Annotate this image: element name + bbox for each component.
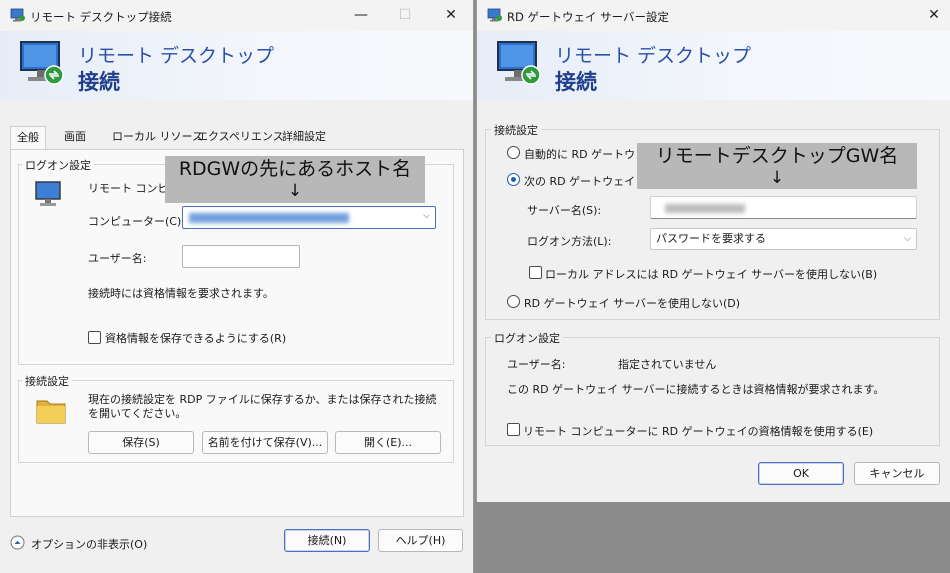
tab-general[interactable]: 全般 <box>10 126 46 150</box>
annotation-text: リモートデスクトップGW名 <box>655 145 899 167</box>
tab-display[interactable]: 画面 <box>58 126 92 149</box>
remote-desktop-app-icon <box>487 8 502 22</box>
computer-icon <box>35 181 61 206</box>
chevron-up-circle-icon[interactable] <box>10 535 25 550</box>
cancel-button[interactable]: キャンセル <box>854 462 940 485</box>
remote-desktop-monitor-icon <box>497 41 541 85</box>
ok-button[interactable]: OK <box>758 462 844 485</box>
bypass-local-label[interactable]: ローカル アドレスには RD ゲートウェイ サーバーを使用しない(B) <box>545 266 877 282</box>
bypass-local-checkbox[interactable] <box>529 266 542 279</box>
connection-description: 現在の接続設定を RDP ファイルに保存するか、または保存された接続を開いてくだ… <box>88 393 437 420</box>
rd-gateway-settings-window: RD ゲートウェイ サーバー設定 ✕ リモート デスクトップ 接続 接続設定 自… <box>476 0 950 502</box>
annotation-callout: RDGWの先にあるホスト名 ↓ <box>165 156 425 203</box>
window-title: リモート デスクトップ接続 <box>30 10 172 24</box>
computer-label: コンピューター(C): <box>88 215 185 228</box>
maximize-button: ☐ <box>398 7 412 23</box>
banner-title-line2: 接続 <box>78 70 120 94</box>
banner-title-line1: リモート デスクトップ <box>555 45 752 67</box>
header-banner: リモート デスクトップ 接続 <box>0 31 473 100</box>
help-button[interactable]: ヘルプ(H) <box>378 529 463 552</box>
remote-desktop-connection-window: リモート デスクトップ接続 — ☐ ✕ リモート デスクトップ 接続 全般 画面… <box>0 0 474 573</box>
save-button[interactable]: 保存(S) <box>88 431 194 454</box>
close-button[interactable]: ✕ <box>911 0 950 31</box>
header-banner: リモート デスクトップ 接続 <box>477 31 950 100</box>
open-button[interactable]: 開く(E)... <box>335 431 441 454</box>
server-name-field[interactable] <box>650 196 917 219</box>
logon-method-label: ログオン方法(L): <box>527 235 612 248</box>
username-label: ユーザー名: <box>507 358 566 371</box>
tab-experience[interactable]: エクスペリエンス <box>191 126 290 149</box>
use-credentials-checkbox[interactable] <box>507 423 520 436</box>
annotation-arrow: ↓ <box>769 168 785 188</box>
logon-settings-title: ログオン設定 <box>491 330 563 346</box>
logon-method-value: パスワードを要求する <box>656 232 766 245</box>
save-credentials-label[interactable]: 資格情報を保存できるようにする(R) <box>105 330 286 346</box>
username-field[interactable] <box>182 245 300 268</box>
auto-detect-radio[interactable] <box>507 146 520 159</box>
chevron-down-icon[interactable]: ⌵ <box>423 211 430 221</box>
logon-settings-title: ログオン設定 <box>22 157 94 173</box>
credential-note: この RD ゲートウェイ サーバーに接続するときは資格情報が要求されます。 <box>507 383 885 396</box>
credential-prompt-text: 接続時には資格情報を要求されます。 <box>88 287 274 300</box>
logon-method-select[interactable]: パスワードを要求する ⌵ <box>650 228 917 250</box>
no-gateway-radio[interactable] <box>507 295 520 308</box>
username-label: ユーザー名: <box>88 252 147 265</box>
no-gateway-label[interactable]: RD ゲートウェイ サーバーを使用しない(D) <box>524 295 740 311</box>
folder-icon <box>36 400 66 424</box>
annotation-callout: リモートデスクトップGW名 ↓ <box>637 143 917 189</box>
use-server-radio[interactable] <box>507 173 520 186</box>
title-bar[interactable]: リモート デスクトップ接続 — ☐ ✕ <box>0 0 473 31</box>
remote-desktop-monitor-icon <box>20 41 64 85</box>
computer-combobox[interactable]: ⌵ <box>182 206 436 229</box>
connect-button[interactable]: 接続(N) <box>284 529 370 552</box>
title-bar[interactable]: RD ゲートウェイ サーバー設定 ✕ <box>477 0 950 31</box>
connection-settings-title: 接続設定 <box>22 373 72 389</box>
save-credentials-checkbox[interactable] <box>88 331 101 344</box>
blurred-hostname <box>189 213 349 223</box>
username-value: 指定されていません <box>618 358 717 371</box>
use-credentials-label[interactable]: リモート コンピューターに RD ゲートウェイの資格情報を使用する(E) <box>523 423 873 439</box>
connection-settings-title: 接続設定 <box>491 122 541 138</box>
chevron-down-icon[interactable]: ⌵ <box>904 229 911 249</box>
banner-title-line1: リモート デスクトップ <box>78 45 275 67</box>
window-title: RD ゲートウェイ サーバー設定 <box>507 10 670 24</box>
annotation-text: RDGWの先にあるホスト名 <box>178 158 412 180</box>
annotation-arrow: ↓ <box>287 181 303 201</box>
minimize-button[interactable]: — <box>338 0 384 31</box>
banner-title-line2: 接続 <box>555 70 597 94</box>
server-name-label: サーバー名(S): <box>527 204 602 217</box>
save-as-button[interactable]: 名前を付けて保存(V)... <box>202 431 328 454</box>
blurred-server-name <box>665 204 745 213</box>
close-button[interactable]: ✕ <box>428 0 473 31</box>
options-toggle[interactable]: オプションの非表示(O) <box>31 536 147 552</box>
remote-desktop-app-icon <box>10 8 25 22</box>
tab-advanced[interactable]: 詳細設定 <box>276 126 332 149</box>
